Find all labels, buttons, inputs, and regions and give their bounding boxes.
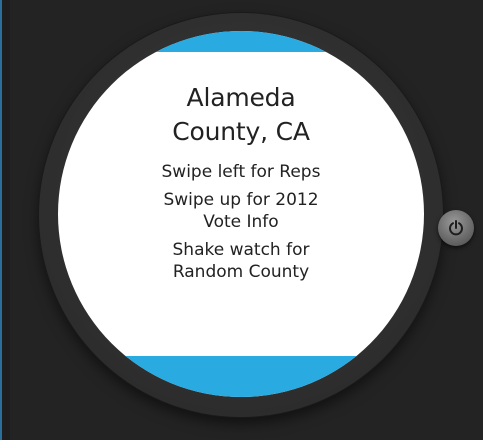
- instruction-shake-cont: Random County: [172, 262, 310, 282]
- county-title: Alameda County, CA: [58, 81, 424, 149]
- instruction-swipe-left: Swipe left for Reps: [161, 162, 321, 182]
- window-edge: [0, 0, 10, 440]
- top-accent-band: [58, 31, 424, 52]
- bottom-accent-band: [58, 356, 424, 397]
- power-icon: [449, 220, 463, 236]
- watch-screen[interactable]: Alameda County, CA Swipe left for Reps S…: [58, 31, 424, 397]
- instruction-shake: Shake watch for: [172, 240, 310, 260]
- power-button[interactable]: [438, 210, 474, 246]
- emulator-window: Alameda County, CA Swipe left for Reps S…: [0, 0, 483, 440]
- county-title-line-1: Alameda: [186, 83, 296, 112]
- instruction-swipe-up: Swipe up for 2012: [163, 190, 319, 210]
- instruction-swipe-up-cont: Vote Info: [203, 212, 279, 232]
- county-title-line-2: County, CA: [172, 117, 310, 146]
- county-card: Alameda County, CA Swipe left for Reps S…: [58, 81, 424, 283]
